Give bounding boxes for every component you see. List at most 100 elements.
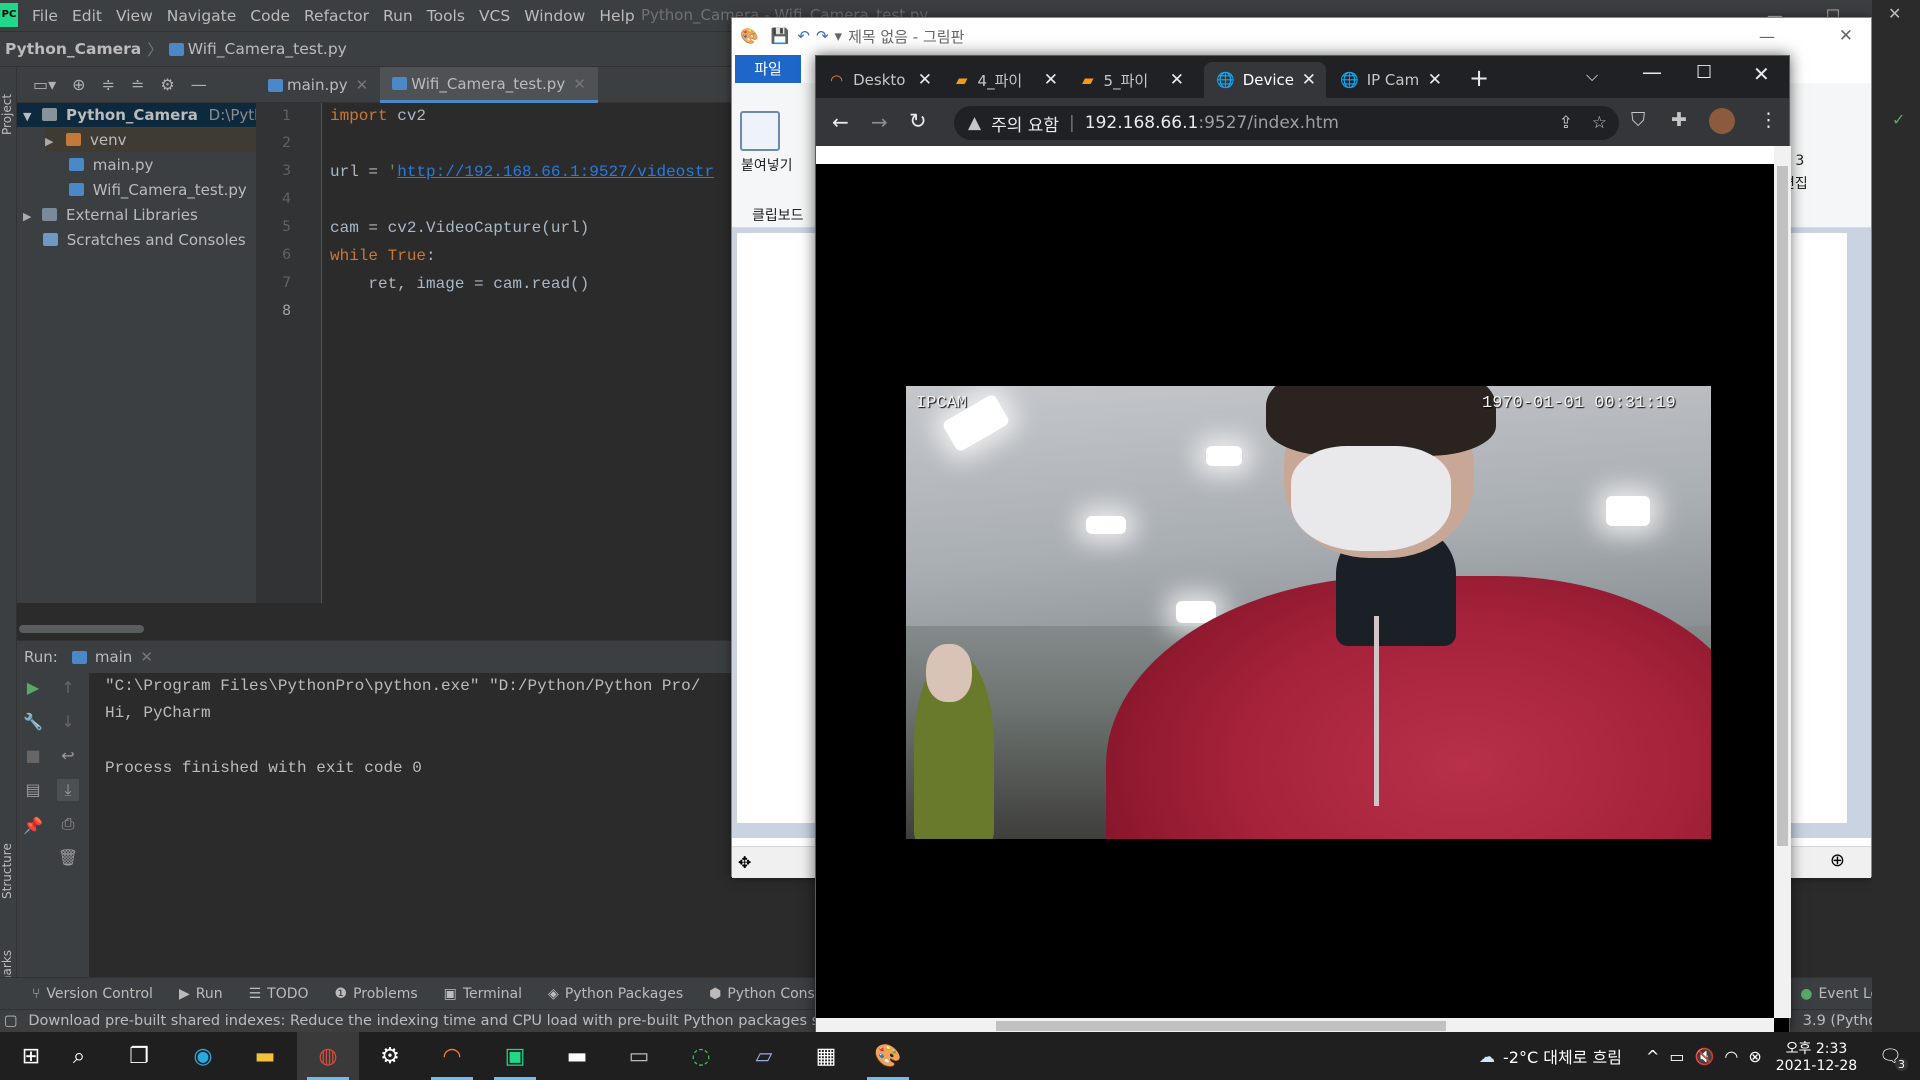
tree-item-main[interactable]: main.py [69,153,153,177]
maximize-icon[interactable]: ☐ [1696,62,1712,83]
collapse-all-icon[interactable]: ≐ [131,75,144,94]
menu-tools[interactable]: Tools [427,7,465,25]
avatar[interactable] [1709,108,1735,134]
battery-icon[interactable]: ▭ [1669,1047,1684,1066]
menu-code[interactable]: Code [250,7,290,25]
problems-button[interactable]: ❶ Problems [335,986,418,1002]
chrome-icon[interactable]: ◍ [297,1032,359,1080]
menu-vcs[interactable]: VCS [479,7,510,25]
wifi-icon[interactable]: ◠ [1724,1047,1738,1066]
file-explorer-icon[interactable]: ▬ [234,1032,296,1080]
tab-search-icon[interactable]: ⌵ [1586,66,1598,86]
close-icon[interactable]: ✕ [1044,70,1058,90]
chevron-up-icon[interactable]: ^ [1646,1047,1659,1066]
notes-icon[interactable]: ▱ [733,1032,795,1080]
scroll-thumb[interactable] [1777,166,1788,846]
zoom-in-icon[interactable]: ⊕ [1830,850,1845,871]
terminal-icon[interactable]: ▬ [546,1032,608,1080]
tab-desktop[interactable]: ◠ Deskto ✕ [818,62,942,98]
volume-icon[interactable]: 🔇 [1694,1047,1714,1066]
code-editor[interactable]: import cv2 url = 'http://192.168.66.1:95… [322,103,736,603]
new-tab-icon[interactable]: + [1469,64,1489,92]
menu-refactor[interactable]: Refactor [304,7,369,25]
minimize-icon[interactable]: — [1642,60,1662,84]
weather-text[interactable]: -2°C 대체로 흐림 [1503,1044,1622,1068]
python-packages-button[interactable]: ◈ Python Packages [548,986,683,1002]
paint-file-tab[interactable]: 파일 [735,55,801,83]
share-icon[interactable]: ⇪ [1559,113,1573,133]
extensions-icon[interactable]: ✚ [1671,109,1687,131]
security-status[interactable]: 주의 요함 [991,111,1059,136]
paint-icon[interactable]: 🎨 [857,1032,919,1080]
save-icon[interactable]: 💾 [771,27,790,45]
more-menu-icon[interactable]: ⋮ [1759,109,1778,131]
settings-icon[interactable]: ⚙ [359,1032,421,1080]
notification-icon[interactable]: 🗨 3 [1879,1046,1908,1071]
tree-item-venv[interactable]: ▶ venv [45,128,256,152]
close-icon[interactable]: ✕ [1428,70,1442,90]
tab-4[interactable]: ▰ 4_파이 ✕ [944,62,1068,98]
calculator-icon[interactable]: ▦ [795,1032,857,1080]
pycharm-icon[interactable]: ▣ [484,1032,546,1080]
gear-icon[interactable]: ⚙ [160,75,174,94]
tab-main-py[interactable]: main.py ✕ [256,67,380,103]
tree-scrollbar[interactable] [19,625,144,633]
close-icon[interactable]: ✕ [1302,70,1316,90]
version-control-button[interactable]: ⑂ Version Control [32,986,153,1002]
paste-icon[interactable] [740,111,780,151]
no-network-icon[interactable]: ⊗ [1748,1047,1761,1066]
tab-5[interactable]: ▰ 5_파이 ✕ [1070,62,1194,98]
reload-icon[interactable]: ↻ [909,109,927,133]
locate-icon[interactable]: ⊕ [72,75,85,94]
close-icon[interactable]: ✕ [1170,70,1184,90]
close-icon[interactable]: ✕ [356,76,369,94]
edge-icon[interactable]: ◉ [172,1032,234,1080]
tree-item-scratches[interactable]: Scratches and Consoles [43,228,246,252]
weather-icon[interactable]: ☁ [1479,1047,1495,1066]
run-button[interactable]: ▶ Run [179,986,223,1002]
menu-run[interactable]: Run [383,7,413,25]
tab-ip-cam[interactable]: 🌐 IP Cam ✕ [1328,62,1452,98]
close-icon[interactable]: ✕ [1888,4,1901,23]
todo-button[interactable]: ☰ TODO [249,986,309,1002]
star-icon[interactable]: ☆ [1592,113,1607,133]
tree-item-external-libraries[interactable]: ▶ External Libraries [23,203,198,227]
menu-navigate[interactable]: Navigate [167,7,237,25]
chevron-down-icon[interactable]: ▾ [835,27,843,45]
breadcrumb-project[interactable]: Python_Camera [5,40,141,58]
close-icon[interactable]: ✕ [140,648,153,666]
close-icon[interactable]: ✕ [1839,26,1853,46]
run-config-tab[interactable]: main ✕ [71,648,153,666]
arduino-icon[interactable]: ◠ [421,1032,483,1080]
paste-label[interactable]: 붙여넣기 [741,155,793,175]
breadcrumb-file[interactable]: Wifi_Camera_test.py [188,40,347,58]
warning-icon[interactable]: ▲ [968,113,981,133]
tree-item-wifi[interactable]: Wifi_Camera_test.py [69,178,247,202]
remote-desktop-icon[interactable]: ▭ [608,1032,670,1080]
terminal-button[interactable]: ▣ Terminal [444,986,522,1002]
run-console[interactable]: "C:\Program Files\PythonPro\python.exe" … [0,673,736,977]
clock[interactable]: 오후 2:33 2021-12-28 [1776,1038,1857,1074]
minimize-icon[interactable]: — [1759,27,1775,46]
address-bar[interactable]: ▲ 주의 요함 | 192.168.66.1:9527/index.htm ⇪ … [954,106,1619,140]
close-icon[interactable]: ✕ [573,75,586,93]
close-icon[interactable]: ✕ [918,70,932,90]
expand-all-icon[interactable]: ≑ [102,75,115,94]
vertical-scrollbar[interactable] [1774,146,1791,1018]
project-view-icon[interactable]: ▭▾ [33,75,56,94]
undo-icon[interactable]: ↶ [797,27,810,45]
project-tool-label[interactable]: Project [0,94,14,135]
back-icon[interactable]: ← [832,110,849,134]
refresh-app-icon[interactable]: ◌ [670,1032,732,1080]
menu-view[interactable]: View [116,7,153,25]
status-message[interactable]: Download pre-built shared indexes: Reduc… [28,1013,861,1029]
hide-icon[interactable]: — [191,75,207,94]
forward-icon[interactable]: → [871,110,888,134]
tab-wifi-camera-test[interactable]: Wifi_Camera_test.py ✕ [380,67,598,103]
shield-icon[interactable]: ⛉ [1631,109,1645,131]
scroll-thumb[interactable] [996,1021,1446,1031]
tab-device[interactable]: 🌐 Device ✕ [1204,62,1326,98]
menu-window[interactable]: Window [524,7,585,25]
task-view-icon[interactable]: ❐ [108,1032,170,1080]
redo-icon[interactable]: ↷ [816,27,829,45]
